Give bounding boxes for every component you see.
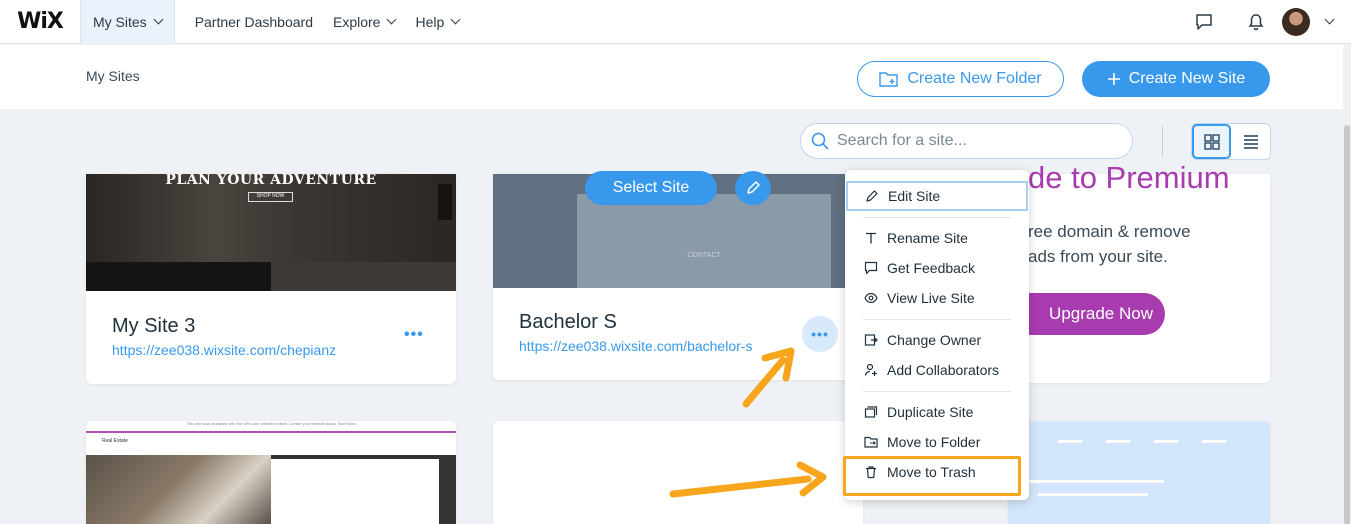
arrow-to-trash xyxy=(669,461,827,498)
annotation-arrows xyxy=(669,347,827,498)
arrow-to-menu-button xyxy=(742,347,795,408)
